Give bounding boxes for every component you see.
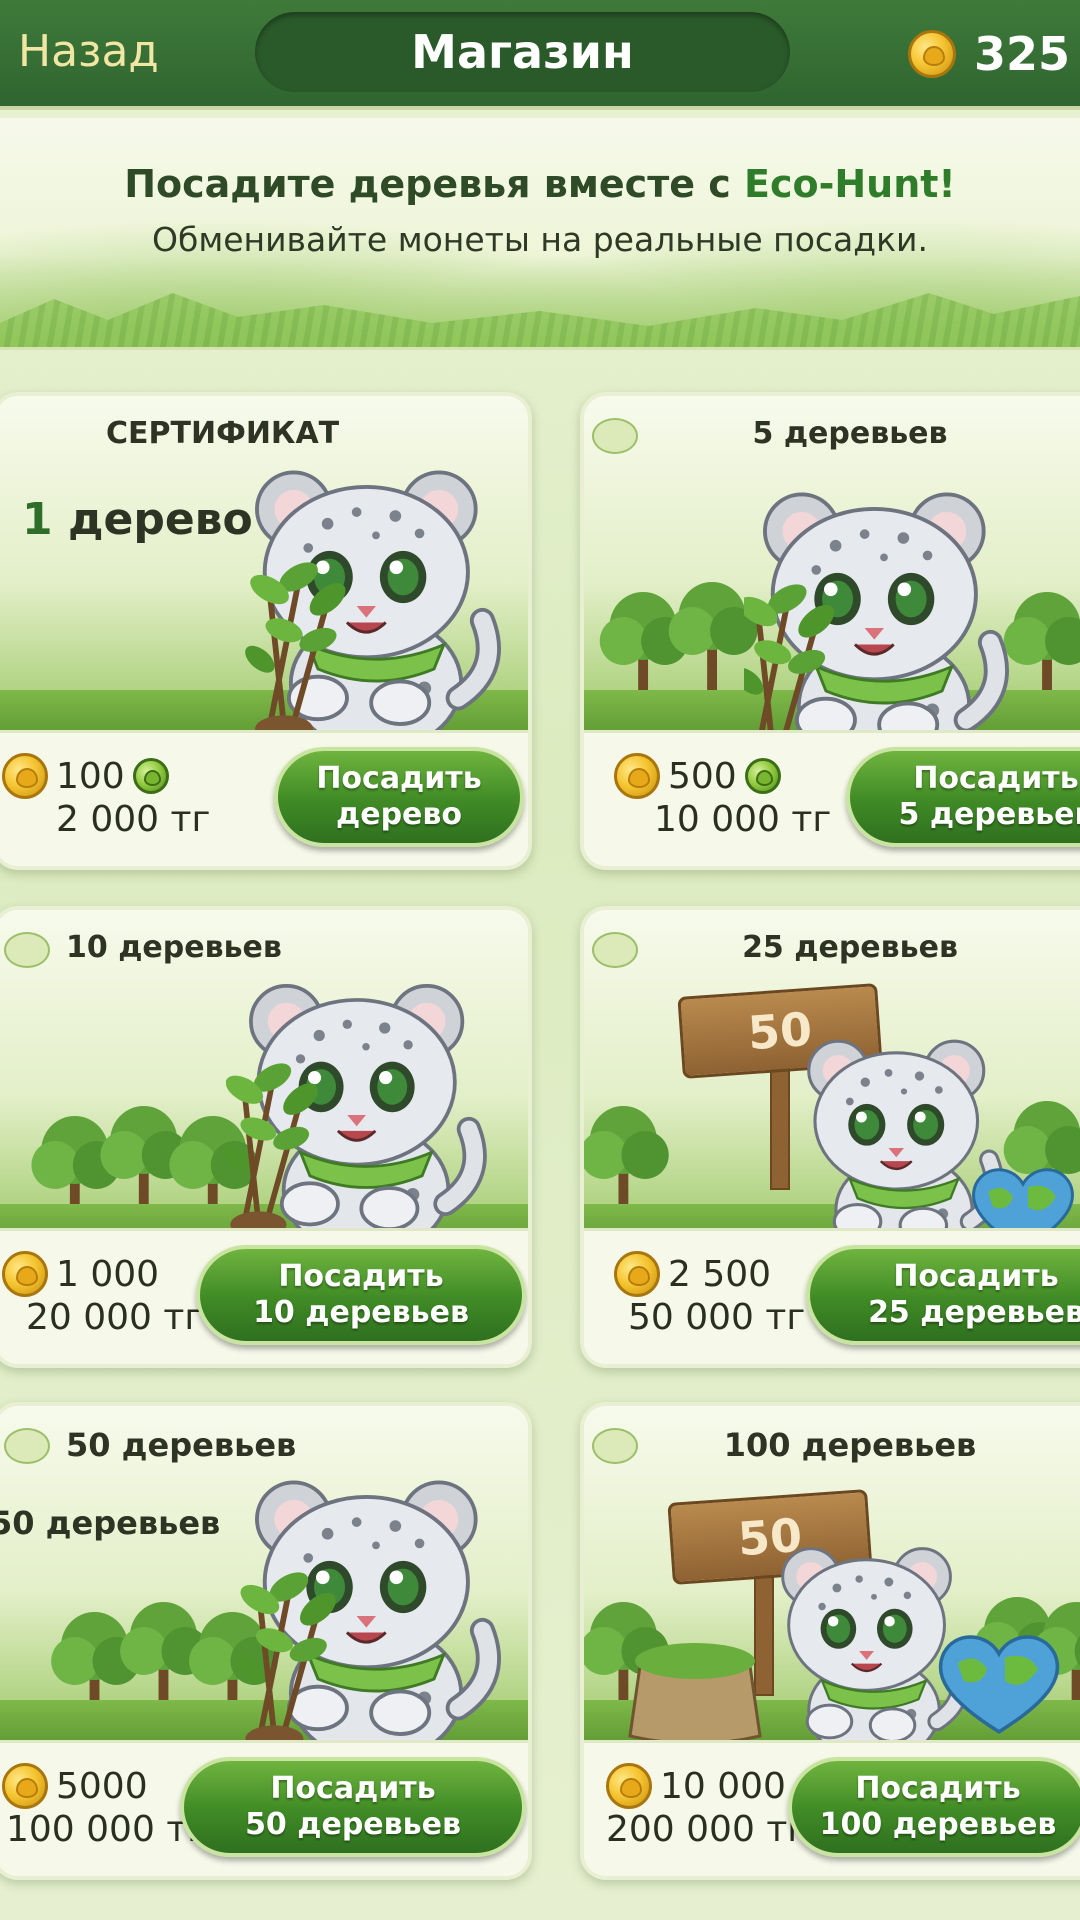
coin-price: 10 000 <box>606 1763 786 1809</box>
price-strip: 5000 100 000 тг Посадить 50 деревьев <box>0 1740 528 1876</box>
back-button[interactable]: Назад <box>18 26 159 77</box>
seed-sack <box>628 1643 762 1745</box>
card-title: СЕРТИФИКАТ <box>106 416 340 451</box>
banner-title-text: Посадите деревья вместе с <box>124 162 744 206</box>
tenge-price: 10 000 тг <box>654 799 832 840</box>
plant-25-trees-button[interactable]: Посадить 25 деревьев <box>806 1245 1080 1345</box>
offer-card-1-tree: СЕРТИФИКАТ 1 дерево 100 2 000 тг Посадит… <box>0 392 532 870</box>
plant-5-trees-button[interactable]: Посадить 5 деревьев <box>846 747 1080 847</box>
coin-price-value: 2 500 <box>668 1253 772 1295</box>
coin-price-value: 5000 <box>56 1765 148 1807</box>
coin-price: 100 <box>2 753 169 799</box>
eco-hunt-logo-icon <box>4 1428 50 1464</box>
gold-coin-icon <box>614 1251 660 1297</box>
banner-title: Посадите деревья вместе с Eco-Hunt! <box>0 162 1080 206</box>
plant-50-trees-button[interactable]: Посадить 50 деревьев <box>180 1757 526 1857</box>
price-strip: 100 2 000 тг Посадить дерево <box>0 730 528 866</box>
brand-name: Eco-Hunt! <box>743 162 956 206</box>
card-title: 10 деревьев <box>66 930 282 965</box>
balance-value: 325 <box>973 27 1070 81</box>
button-label-line1: Посадить <box>316 761 482 796</box>
coin-price: 1 000 <box>2 1251 159 1297</box>
button-label-line2: 10 деревьев <box>253 1295 469 1330</box>
coin-balance: 325 <box>907 20 1070 88</box>
promo-banner: Посадите деревья вместе с Eco-Hunt! Обме… <box>0 118 1080 350</box>
gold-coin-icon <box>614 753 660 799</box>
plant-10-trees-button[interactable]: Посадить 10 деревьев <box>196 1245 526 1345</box>
button-label-line2: 5 деревьев <box>898 797 1080 832</box>
coin-price-value: 10 000 <box>660 1765 786 1807</box>
green-coin-icon <box>744 758 781 794</box>
top-bar: Назад Магазин 325 <box>0 0 1080 110</box>
earth-heart-icon <box>938 1635 1060 1734</box>
coin-price: 2 500 <box>614 1251 771 1297</box>
snow-leopard-mascot <box>236 1466 516 1766</box>
price-strip: 500 10 000 тг Посадить 5 деревьев <box>584 730 1080 866</box>
gold-coin-icon <box>606 1763 652 1809</box>
button-label-line2: 100 деревьев <box>819 1807 1057 1842</box>
price-strip: 1 000 20 000 тг Посадить 10 деревьев <box>0 1228 528 1364</box>
page-title: Магазин <box>411 25 634 79</box>
coin-price: 5000 <box>2 1763 148 1809</box>
card-title: 50 деревьев <box>66 1426 297 1464</box>
offer-card-25-trees: 25 деревьев 50 2 500 50 000 тг Посадить … <box>580 906 1080 1368</box>
card-quantity-word: дерево <box>67 494 253 545</box>
button-label-line1: Посадить <box>278 1259 444 1294</box>
plant-100-trees-button[interactable]: Посадить 100 деревьев <box>788 1757 1080 1857</box>
gold-coin-icon <box>2 753 48 799</box>
grass-decoration <box>0 293 1080 347</box>
tenge-price: 200 000 тг <box>606 1809 807 1850</box>
coin-price-value: 1 000 <box>56 1253 160 1295</box>
card-subtitle: 50 деревьев <box>0 1504 221 1542</box>
button-label-line2: 50 деревьев <box>245 1807 461 1842</box>
price-strip: 10 000 200 000 тг Посадить 100 деревьев <box>584 1740 1080 1876</box>
tenge-price: 50 000 тг <box>628 1297 806 1338</box>
card-title: 100 деревьев <box>723 1426 977 1464</box>
tenge-price: 20 000 тг <box>26 1297 204 1338</box>
button-label-line2: дерево <box>336 797 462 832</box>
snow-leopard-mascot <box>226 970 506 1260</box>
banner-subtitle: Обменивайте монеты на реальные посадки. <box>152 220 928 259</box>
card-title: 25 деревьев <box>742 930 958 965</box>
coin-price-value: 100 <box>56 755 125 797</box>
coin-price-value: 500 <box>668 755 737 797</box>
offer-card-50-trees: 50 деревьев 50 деревьев 5000 100 000 тг … <box>0 1402 532 1880</box>
tenge-price: 2 000 тг <box>56 799 211 840</box>
gold-coin-icon <box>2 1251 48 1297</box>
button-label-line2: 25 деревьев <box>868 1295 1080 1330</box>
eco-hunt-logo-icon <box>4 932 50 968</box>
offer-card-10-trees: 10 деревьев 1 000 20 000 тг Посадить 10 … <box>0 906 532 1368</box>
coin-price: 500 <box>614 753 781 799</box>
button-label-line1: Посадить <box>270 1771 436 1806</box>
button-label-line1: Посадить <box>913 761 1079 796</box>
snow-leopard-mascot <box>236 456 516 756</box>
price-strip: 2 500 50 000 тг Посадить 25 деревьев <box>584 1228 1080 1364</box>
page-title-pill: Магазин <box>255 12 790 92</box>
card-quantity: 1 дерево <box>22 494 253 545</box>
gold-coin-icon <box>2 1763 48 1809</box>
plant-1-tree-button[interactable]: Посадить дерево <box>274 747 524 847</box>
green-coin-icon <box>132 758 169 794</box>
button-label-line1: Посадить <box>893 1259 1059 1294</box>
gold-coin-icon <box>907 30 956 78</box>
card-title: 5 деревьев <box>752 416 948 451</box>
card-quantity-number: 1 <box>22 494 53 545</box>
tenge-price: 100 000 тг <box>6 1809 207 1850</box>
offer-card-5-trees: 5 деревьев 500 10 000 тг Посадить 5 дере… <box>580 392 1080 870</box>
offer-card-100-trees: 100 деревьев 50 10 000 200 000 тг Посади… <box>580 1402 1080 1880</box>
button-label-line1: Посадить <box>855 1771 1021 1806</box>
